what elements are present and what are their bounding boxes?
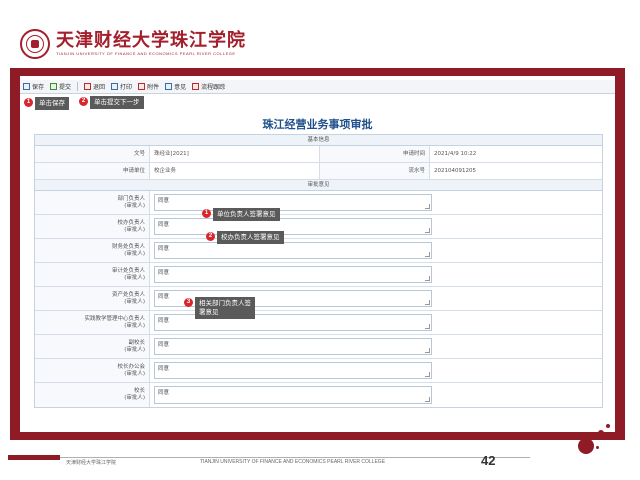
page-number: 42 [481,453,496,468]
decor-dot [596,446,599,449]
apply-time-value: 2021/4/9 10:22 [434,151,477,157]
opinion-textarea[interactable]: 同意 [154,338,432,355]
opinion-textarea[interactable]: 同意 [154,242,432,259]
decor-dot [598,430,604,436]
save-button[interactable]: 保存 [23,82,44,91]
opinion-row: 财务处负责人 (审批人) 同意 [35,239,602,263]
print-icon [111,83,119,90]
opinion-textarea[interactable]: 同意 [154,194,432,211]
opinion-section-header: 审批意见 [35,180,602,191]
footer-college-cn: 天津财经大学珠江学院 [66,460,117,466]
callout-tip-submit: 单击提交下一步 [90,96,144,109]
opinion-row: 审计处负责人 (审批人) 同意 [35,263,602,287]
opinion-row: 部门负责人 (审批人) 同意 [35,191,602,215]
opinion-textarea[interactable]: 同意 [154,266,432,283]
decor-dot [578,438,594,454]
doc-number-value: 珠经业[2021] [150,146,320,162]
callout-tip-office-head: 校办负责人签署意见 [217,231,284,244]
callout-badge-3: 1 [202,209,211,218]
attachment-button[interactable]: 附件 [138,82,159,91]
footer-divider [60,457,530,458]
form-toolbar: 保存 提交 退回 打印 附件 意见 流程跟踪 [20,80,615,94]
form-title: 珠江经营业务事项审批 [262,118,373,131]
decor-dot [606,424,610,428]
college-logo: 天津财经大学珠江学院 TIANJIN UNIVERSITY OF FINANCE… [20,24,246,64]
flow-trace-button[interactable]: 流程跟踪 [192,82,225,91]
basic-info-header: 基本信息 [35,135,602,146]
opinion-icon [165,83,173,90]
return-icon [84,83,92,90]
save-icon [23,83,30,90]
logo-name-en: TIANJIN UNIVERSITY OF FINANCE AND ECONOM… [56,51,236,56]
college-seal-icon [20,29,50,59]
footer-college-en: TIANJIN UNIVERSITY OF FINANCE AND ECONOM… [200,459,386,465]
opinion-row: 校长 (审批人) 同意 [35,383,602,407]
flow-icon [192,83,200,90]
callout-tip-save: 单击保存 [35,97,69,110]
submit-button[interactable]: 提交 [50,82,71,91]
print-button[interactable]: 打印 [111,82,132,91]
opinion-row: 资产处负责人 (审批人) 同意 [35,287,602,311]
opinion-row: 校办负责人 (审批人) 同意 [35,215,602,239]
attachment-icon [138,83,146,90]
opinion-textarea[interactable]: 同意 [154,386,432,404]
footer-accent-bar [8,455,60,460]
return-button[interactable]: 退回 [84,82,105,91]
opinion-row: 校长办公会 (审批人) 同意 [35,359,602,383]
opinion-row: 副校长 (审批人) 同意 [35,335,602,359]
callout-tip-dept-head: 单位负责人签署意见 [213,208,280,221]
serial-number-value: 202104091205 [434,168,476,174]
apply-unit-value: 校企业务 [150,163,320,179]
callout-badge-1: 1 [24,98,33,107]
approval-form: 基本信息 文号 珠经业[2021] 申请时间 2021/4/9 10:22 申请… [34,134,603,408]
form-row: 文号 珠经业[2021] 申请时间 2021/4/9 10:22 [35,146,602,163]
submit-icon [50,83,58,90]
form-row: 申请单位 校企业务 流水号 202104091205 [35,163,602,180]
callout-tip-related-dept: 相关部门负责人签署意见 [195,297,255,319]
toolbar-divider [77,82,79,91]
callout-badge-5: 3 [184,298,193,307]
logo-name-cn: 天津财经大学珠江学院 [56,30,246,51]
screenshot-panel: 保存 提交 退回 打印 附件 意见 流程跟踪 1 单击保存 2 单击提交下一步 … [20,76,615,432]
callout-badge-2: 2 [79,97,88,106]
opinion-button[interactable]: 意见 [165,82,186,91]
opinion-row: 实践教学管理中心负责人 (审批人) 同意 [35,311,602,335]
callout-badge-4: 2 [206,232,215,241]
opinion-textarea[interactable]: 同意 [154,218,432,235]
slide-frame: 保存 提交 退回 打印 附件 意见 流程跟踪 1 单击保存 2 单击提交下一步 … [10,68,625,440]
opinion-textarea[interactable]: 同意 [154,362,432,379]
